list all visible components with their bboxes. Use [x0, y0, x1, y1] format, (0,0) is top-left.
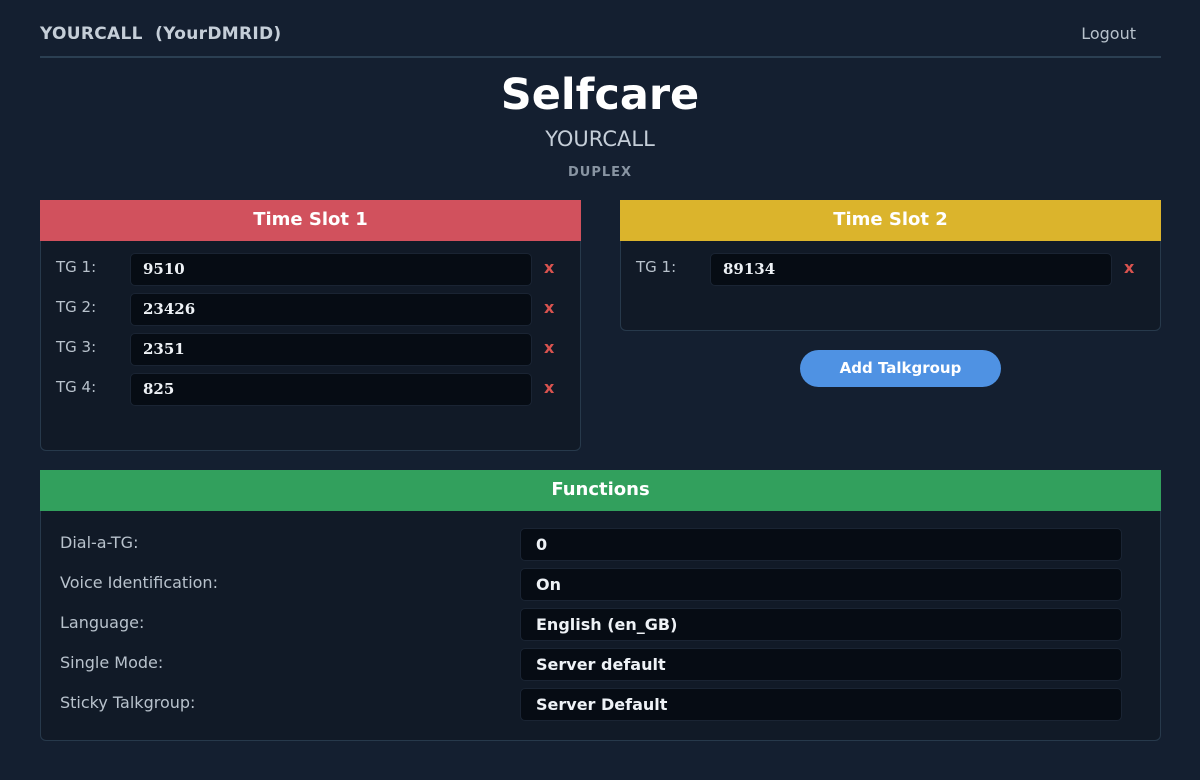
function-row-language: Language: English (en_GB) [41, 599, 1160, 641]
timeslot-2-panel: Time Slot 2 TG 1: 89134 x [620, 200, 1161, 331]
page-title: Selfcare [500, 70, 700, 120]
delete-talkgroup-button[interactable]: x [544, 338, 554, 357]
timeslot-1-header: Time Slot 1 [40, 200, 581, 241]
logout-link[interactable]: Logout [1081, 24, 1136, 43]
talkgroup-label: TG 3: [56, 338, 97, 356]
function-row-dial-a-tg: Dial-a-TG: 0 [41, 519, 1160, 561]
talkgroup-label: TG 1: [56, 258, 97, 276]
language-select[interactable]: English (en_GB) [520, 608, 1122, 641]
talkgroup-label: TG 1: [636, 258, 677, 276]
function-label: Voice Identification: [60, 573, 218, 592]
talkgroup-input[interactable]: 825 [130, 373, 532, 406]
function-row-single-mode: Single Mode: Server default [41, 639, 1160, 681]
talkgroup-input[interactable]: 89134 [710, 253, 1112, 286]
sticky-talkgroup-select[interactable]: Server Default [520, 688, 1122, 721]
single-mode-select[interactable]: Server default [520, 648, 1122, 681]
add-talkgroup-button[interactable]: Add Talkgroup [800, 350, 1001, 387]
top-bar: YOURCALL (YourDMRID) Logout [40, 0, 1161, 58]
talkgroup-row: TG 1: 89134 x [621, 242, 1160, 286]
talkgroup-row: TG 2: 23426 x [41, 282, 580, 326]
functions-panel: Functions Dial-a-TG: 0 Voice Identificat… [40, 470, 1161, 741]
mode-label: DUPLEX [567, 165, 633, 180]
talkgroup-label: TG 4: [56, 378, 97, 396]
function-label: Single Mode: [60, 653, 164, 672]
delete-talkgroup-button[interactable]: x [1124, 258, 1134, 277]
functions-header: Functions [40, 470, 1161, 511]
function-row-voice-identification: Voice Identification: On [41, 559, 1160, 601]
talkgroup-label: TG 2: [56, 298, 97, 316]
function-label: Sticky Talkgroup: [60, 693, 196, 712]
delete-talkgroup-button[interactable]: x [544, 378, 554, 397]
dial-a-tg-field[interactable]: 0 [520, 528, 1122, 561]
delete-talkgroup-button[interactable]: x [544, 298, 554, 317]
function-label: Dial-a-TG: [60, 533, 139, 552]
talkgroup-row: TG 1: 9510 x [41, 242, 580, 286]
function-row-sticky-talkgroup: Sticky Talkgroup: Server Default [41, 679, 1160, 721]
voice-identification-select[interactable]: On [520, 568, 1122, 601]
page-subtitle: YOURCALL [545, 127, 655, 151]
delete-talkgroup-button[interactable]: x [544, 258, 554, 277]
talkgroup-row: TG 3: 2351 x [41, 322, 580, 366]
function-label: Language: [60, 613, 145, 632]
timeslot-2-header: Time Slot 2 [620, 200, 1161, 241]
talkgroup-row: TG 4: 825 x [41, 362, 580, 406]
callsign-id: YOURCALL (YourDMRID) [40, 24, 282, 44]
timeslot-1-panel: Time Slot 1 TG 1: 9510 x TG 2: 23426 x T… [40, 200, 581, 451]
